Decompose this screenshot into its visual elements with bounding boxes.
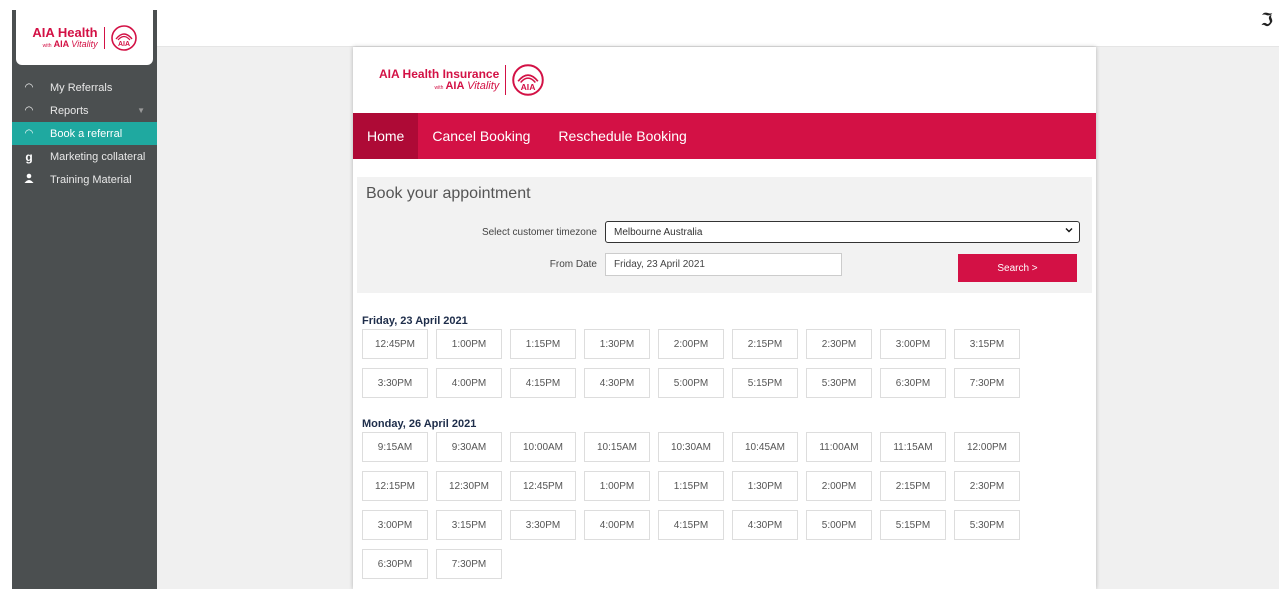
time-slot-button[interactable]: 10:30AM: [658, 432, 724, 462]
booking-form: Book your appointment Select customer ti…: [357, 177, 1092, 293]
time-slot-button[interactable]: 3:00PM: [880, 329, 946, 359]
time-slot-button[interactable]: 1:00PM: [584, 471, 650, 501]
time-slot-button[interactable]: 9:30AM: [436, 432, 502, 462]
time-slot-button[interactable]: 12:45PM: [510, 471, 576, 501]
time-slot-button[interactable]: 10:45AM: [732, 432, 798, 462]
time-slot-button[interactable]: 7:30PM: [954, 368, 1020, 398]
user-icon: [23, 173, 35, 186]
day-title: Monday, 26 April 2021: [362, 418, 477, 430]
sidebar: AIA Health with AIA Vitality AIA ◠ My Ref…: [12, 10, 157, 589]
day-title: Friday, 23 April 2021: [362, 315, 468, 327]
time-slot-list: 9:15AM 9:30AM 10:00AM 10:15AM 10:30AM 10:45AM…: [362, 432, 1042, 588]
time-slot-button[interactable]: 3:30PM: [510, 510, 576, 540]
sidebar-menu: ◠ My Referrals ◠ Reports ▼ ◠ Book a refe…: [12, 76, 157, 191]
day-section: Friday, 23 April 2021 12:45PM 1:00PM 1:15P…: [362, 315, 1096, 407]
time-slot-button[interactable]: 5:15PM: [880, 510, 946, 540]
time-slot-button[interactable]: 5:30PM: [954, 510, 1020, 540]
time-slot-button[interactable]: 4:00PM: [584, 510, 650, 540]
time-slot-button[interactable]: 6:30PM: [362, 549, 428, 579]
time-slot-button[interactable]: 1:00PM: [436, 329, 502, 359]
time-slot-button[interactable]: 2:30PM: [806, 329, 872, 359]
chevron-down-icon: [1065, 226, 1073, 236]
aia-emblem-icon: AIA: [512, 64, 545, 96]
time-slot-button[interactable]: 2:15PM: [880, 471, 946, 501]
time-slot-button[interactable]: 3:30PM: [362, 368, 428, 398]
logo-wordmark: AIA Health with AIA Vitality: [32, 25, 98, 49]
form-title: Book your appointment: [366, 185, 531, 202]
time-slot-button[interactable]: 5:30PM: [806, 368, 872, 398]
time-slot-button[interactable]: 3:15PM: [436, 510, 502, 540]
day-section: Monday, 26 April 2021 9:15AM 9:30AM 10:00A…: [362, 418, 1096, 588]
time-slot-button[interactable]: 3:00PM: [362, 510, 428, 540]
logo-wordmark: AIA Health Insurance with AIA Vitality: [379, 67, 500, 92]
time-slot-button[interactable]: 11:00AM: [806, 432, 872, 462]
time-slot-button[interactable]: 6:30PM: [880, 368, 946, 398]
time-slot-button[interactable]: 4:00PM: [436, 368, 502, 398]
sidebar-item-book-a-referral[interactable]: ◠ Book a referral: [12, 122, 157, 145]
timezone-select[interactable]: Melbourne Australia: [605, 221, 1080, 243]
sidebar-item-my-referrals[interactable]: ◠ My Referrals: [12, 76, 157, 99]
top-bar: ℑ: [157, 0, 1279, 47]
timezone-label: Select customer timezone: [481, 227, 597, 238]
frame-header: AIA Health Insurance with AIA Vitality AI…: [353, 47, 1096, 113]
sidebar-item-marketing-collateral[interactable]: g Marketing collateral: [12, 145, 157, 168]
time-slot-button[interactable]: 12:15PM: [362, 471, 428, 501]
time-slot-button[interactable]: 12:30PM: [436, 471, 502, 501]
time-slot-button[interactable]: 12:45PM: [362, 329, 428, 359]
search-button[interactable]: Search >: [958, 254, 1077, 282]
booking-nav: Home Cancel Booking Reschedule Booking: [353, 113, 1096, 159]
g-letter-icon: g: [25, 149, 33, 164]
time-slot-button[interactable]: 2:00PM: [658, 329, 724, 359]
time-slot-list: 12:45PM 1:00PM 1:15PM 1:30PM 2:00PM 2:15PM 2:3…: [362, 329, 1042, 407]
nav-cancel-booking[interactable]: Cancel Booking: [418, 113, 544, 159]
time-slot-button[interactable]: 2:30PM: [954, 471, 1020, 501]
sidebar-item-reports[interactable]: ◠ Reports ▼: [12, 99, 157, 122]
time-slot-button[interactable]: 4:15PM: [658, 510, 724, 540]
sidebar-item-training-material[interactable]: Training Material: [12, 168, 157, 191]
time-slot-button[interactable]: 10:00AM: [510, 432, 576, 462]
svg-text:AIA: AIA: [521, 82, 536, 92]
time-slot-button[interactable]: 1:15PM: [510, 329, 576, 359]
dashboard-gauge-icon: ◠: [24, 105, 34, 116]
time-slot-button[interactable]: 4:30PM: [584, 368, 650, 398]
dashboard-gauge-icon: ◠: [24, 82, 34, 93]
time-slot-button[interactable]: 2:00PM: [806, 471, 872, 501]
time-slot-button[interactable]: 9:15AM: [362, 432, 428, 462]
time-slot-button[interactable]: 5:00PM: [806, 510, 872, 540]
time-slot-button[interactable]: 5:00PM: [658, 368, 724, 398]
time-slot-button[interactable]: 1:30PM: [732, 471, 798, 501]
svg-text:AIA: AIA: [118, 41, 130, 48]
nav-reschedule-booking[interactable]: Reschedule Booking: [544, 113, 700, 159]
user-menu-icon[interactable]: ℑ: [1260, 10, 1273, 31]
from-date-label: From Date: [549, 259, 597, 270]
time-slot-button[interactable]: 11:15AM: [880, 432, 946, 462]
time-slot-button[interactable]: 7:30PM: [436, 549, 502, 579]
from-date-input[interactable]: Friday, 23 April 2021: [605, 253, 842, 276]
time-slot-button[interactable]: 1:15PM: [658, 471, 724, 501]
sidebar-logo[interactable]: AIA Health with AIA Vitality AIA: [16, 10, 153, 65]
caret-down-icon: ▼: [137, 106, 145, 115]
time-slot-button[interactable]: 5:15PM: [732, 368, 798, 398]
aia-emblem-icon: AIA: [110, 24, 137, 51]
booking-frame: AIA Health Insurance with AIA Vitality AI…: [353, 47, 1096, 589]
time-slot-button[interactable]: 1:30PM: [584, 329, 650, 359]
time-slot-button[interactable]: 4:30PM: [732, 510, 798, 540]
time-slot-button[interactable]: 2:15PM: [732, 329, 798, 359]
time-slot-button[interactable]: 3:15PM: [954, 329, 1020, 359]
nav-home[interactable]: Home: [353, 113, 419, 159]
time-slot-button[interactable]: 10:15AM: [584, 432, 650, 462]
dashboard-gauge-icon: ◠: [24, 128, 34, 139]
time-slot-button[interactable]: 12:00PM: [954, 432, 1020, 462]
time-slot-button[interactable]: 4:15PM: [510, 368, 576, 398]
